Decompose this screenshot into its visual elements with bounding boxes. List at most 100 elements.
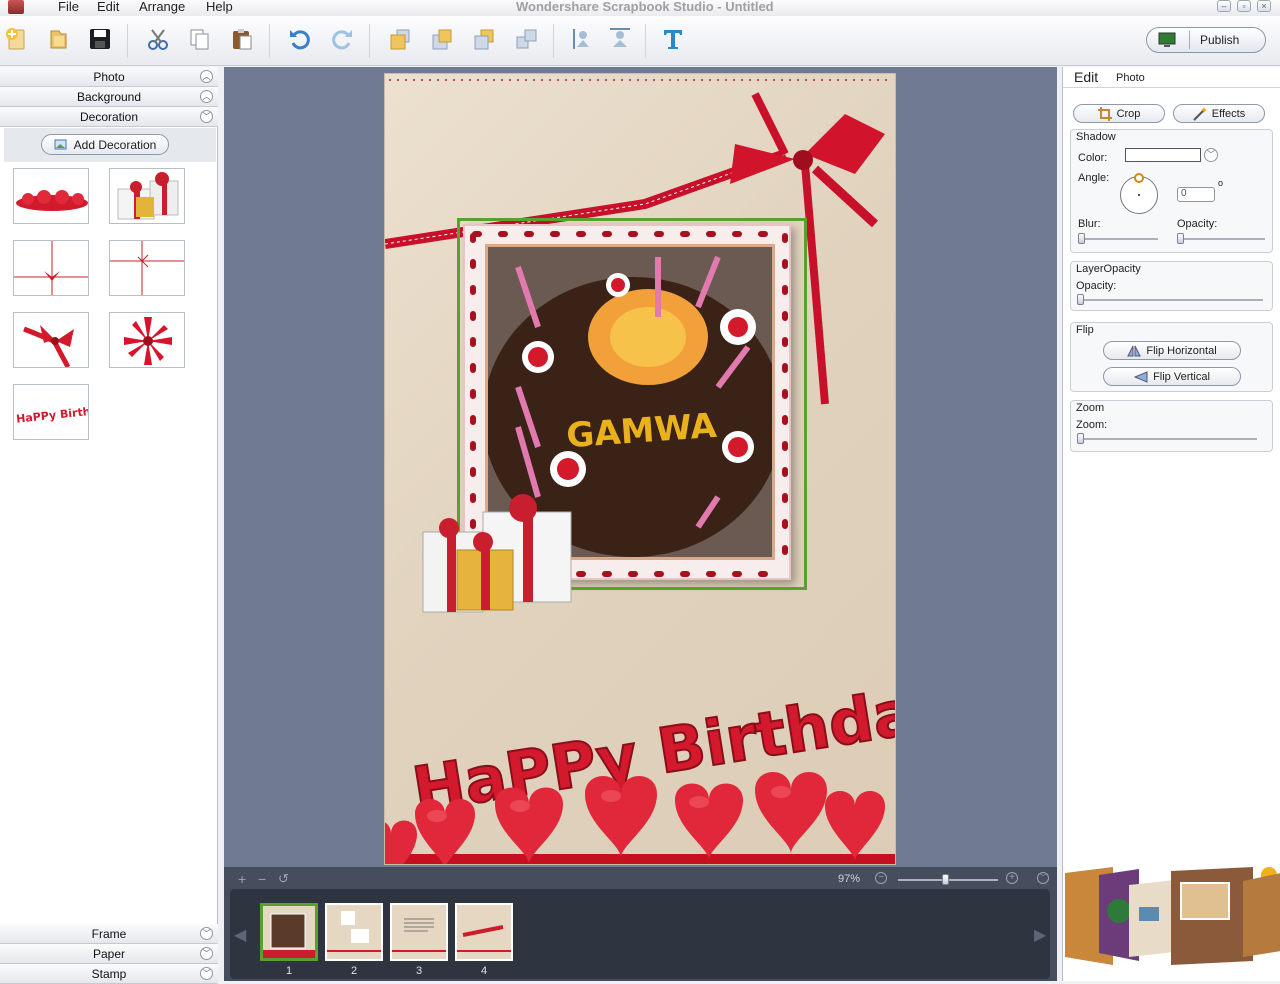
zoom-title: Zoom bbox=[1076, 402, 1105, 414]
zoom-out-icon[interactable]: − bbox=[875, 872, 887, 884]
chevron-down-icon[interactable]: ﹀ bbox=[200, 947, 213, 960]
app-icon[interactable] bbox=[8, 0, 24, 14]
section-frame[interactable]: Frame ﹀ bbox=[0, 924, 218, 944]
tab-photo[interactable]: Photo bbox=[1116, 72, 1145, 84]
magic-wand-icon bbox=[1193, 106, 1207, 121]
flip-horizontal-label: Flip Horizontal bbox=[1146, 344, 1217, 357]
add-page-icon[interactable]: + bbox=[238, 871, 246, 887]
zoom-slider[interactable] bbox=[898, 874, 998, 885]
product-box-art bbox=[1065, 867, 1280, 965]
paste-icon[interactable] bbox=[229, 26, 255, 52]
bring-forward-icon[interactable] bbox=[429, 26, 455, 52]
decoration-thumb-gifts[interactable] bbox=[109, 168, 185, 224]
shadow-opacity-slider[interactable] bbox=[1177, 233, 1265, 244]
page-thumb-1[interactable] bbox=[260, 903, 318, 961]
section-label: Photo bbox=[93, 70, 125, 84]
section-label: Background bbox=[76, 90, 142, 104]
chevron-up-icon[interactable]: ︿ bbox=[200, 70, 213, 83]
page-thumb-3[interactable] bbox=[390, 903, 448, 961]
shadow-title: Shadow bbox=[1076, 131, 1116, 143]
layer-opacity-slider[interactable] bbox=[1077, 294, 1263, 305]
chevron-down-icon[interactable]: ﹀ bbox=[200, 927, 213, 940]
chevron-down-icon[interactable]: ﹀ bbox=[1204, 148, 1218, 162]
decoration-thumb-flower-bow[interactable] bbox=[109, 312, 185, 368]
gift-boxes[interactable] bbox=[413, 492, 593, 622]
restore-icon[interactable]: ▫ bbox=[1237, 0, 1251, 12]
monitor-icon bbox=[1158, 32, 1176, 47]
undo-icon[interactable] bbox=[287, 26, 313, 52]
chevron-down-icon[interactable]: ﹀ bbox=[200, 110, 213, 123]
zoom-level: 97% bbox=[838, 873, 861, 885]
angle-input[interactable]: 0 bbox=[1177, 187, 1215, 202]
effects-label: Effects bbox=[1211, 107, 1246, 120]
menu-file[interactable]: File bbox=[58, 0, 79, 14]
copy-icon[interactable] bbox=[187, 26, 213, 52]
align-left-icon[interactable] bbox=[569, 26, 595, 52]
section-label: Paper bbox=[92, 947, 126, 961]
decoration-thumb-happy-birthday[interactable]: HaPPy Birthday bbox=[13, 384, 89, 440]
decoration-thumb-string-bow[interactable] bbox=[13, 240, 89, 296]
flip-horizontal-button[interactable]: Flip Horizontal bbox=[1103, 341, 1241, 360]
crop-button[interactable]: Crop bbox=[1073, 104, 1165, 123]
shadow-color-swatch[interactable] bbox=[1125, 148, 1201, 162]
new-icon[interactable] bbox=[3, 26, 29, 52]
angle-dial[interactable] bbox=[1120, 173, 1158, 214]
flip-group: Flip Flip Horizontal Flip Vertical bbox=[1070, 322, 1273, 392]
decoration-thumb-hearts[interactable] bbox=[13, 168, 89, 224]
decoration-thumb-ribbon-bow[interactable] bbox=[13, 312, 89, 368]
section-label: Stamp bbox=[91, 967, 127, 981]
flip-vertical-label: Flip Vertical bbox=[1153, 370, 1210, 383]
chevron-up-icon[interactable]: ︿ bbox=[200, 90, 213, 103]
menu-edit[interactable]: Edit bbox=[97, 0, 119, 14]
menu-arrange[interactable]: Arrange bbox=[139, 0, 185, 14]
section-paper[interactable]: Paper ﹀ bbox=[0, 944, 218, 964]
section-stamp[interactable]: Stamp ﹀ bbox=[0, 964, 218, 984]
effects-button[interactable]: Effects bbox=[1173, 104, 1265, 123]
section-background[interactable]: Background ︿ bbox=[0, 87, 218, 107]
blur-slider[interactable] bbox=[1078, 233, 1158, 244]
chevron-down-icon[interactable]: ﹀ bbox=[200, 967, 213, 980]
flip-horizontal-icon bbox=[1127, 345, 1142, 356]
menu-help[interactable]: Help bbox=[206, 0, 233, 14]
page-thumb-4[interactable] bbox=[455, 903, 513, 961]
tab-edit[interactable]: Edit bbox=[1074, 69, 1098, 85]
close-icon[interactable]: × bbox=[1257, 0, 1271, 12]
page-panel: + − ↺ 97% − + ﹀ ◀ 1 2 3 4 ▶ bbox=[224, 867, 1057, 981]
page-number: 4 bbox=[480, 965, 488, 977]
scroll-right-icon[interactable]: ▶ bbox=[1034, 925, 1046, 945]
left-panel: Photo ︿ Background ︿ Decoration ﹀ Add Decor… bbox=[0, 67, 218, 984]
minimize-icon[interactable]: – bbox=[1217, 0, 1231, 12]
decoration-thumb-string-knot[interactable] bbox=[109, 240, 185, 296]
add-decoration-button[interactable]: Add Decoration bbox=[41, 134, 169, 155]
rotate-icon[interactable]: ↺ bbox=[278, 871, 289, 887]
align-center-icon[interactable] bbox=[607, 26, 633, 52]
svg-text:HaPPy Birthday: HaPPy Birthday bbox=[16, 403, 89, 426]
add-image-icon bbox=[54, 139, 67, 149]
scrapbook-page[interactable]: GAMWA HaPPy Birthday bbox=[384, 73, 896, 865]
save-icon[interactable] bbox=[87, 26, 113, 52]
zoom-group: Zoom Zoom: bbox=[1070, 400, 1273, 452]
text-icon[interactable] bbox=[660, 26, 686, 52]
flip-title: Flip bbox=[1076, 324, 1094, 336]
layer-opacity-group: LayerOpacity Opacity: bbox=[1070, 261, 1273, 311]
angle-handle[interactable] bbox=[1134, 173, 1144, 183]
scroll-left-icon[interactable]: ◀ bbox=[234, 925, 246, 945]
toolbar: Publish bbox=[0, 16, 1280, 66]
redo-icon[interactable] bbox=[329, 26, 355, 52]
cut-icon[interactable] bbox=[145, 26, 171, 52]
flip-vertical-button[interactable]: Flip Vertical bbox=[1103, 367, 1241, 386]
page-thumb-2[interactable] bbox=[325, 903, 383, 961]
send-back-icon[interactable] bbox=[513, 26, 539, 52]
bring-front-icon[interactable] bbox=[387, 26, 413, 52]
section-photo[interactable]: Photo ︿ bbox=[0, 67, 218, 87]
title-bar: File Edit Arrange Help Wondershare Scrap… bbox=[0, 0, 1280, 16]
zoom-panel-slider[interactable] bbox=[1077, 433, 1257, 444]
send-backward-icon[interactable] bbox=[471, 26, 497, 52]
collapse-icon[interactable]: ﹀ bbox=[1037, 872, 1049, 884]
zoom-in-icon[interactable]: + bbox=[1006, 872, 1018, 884]
open-icon[interactable] bbox=[45, 26, 71, 52]
crop-label: Crop bbox=[1116, 107, 1141, 120]
publish-button[interactable]: Publish bbox=[1146, 27, 1266, 53]
section-decoration[interactable]: Decoration ﹀ bbox=[0, 107, 218, 127]
remove-page-icon[interactable]: − bbox=[258, 871, 266, 887]
